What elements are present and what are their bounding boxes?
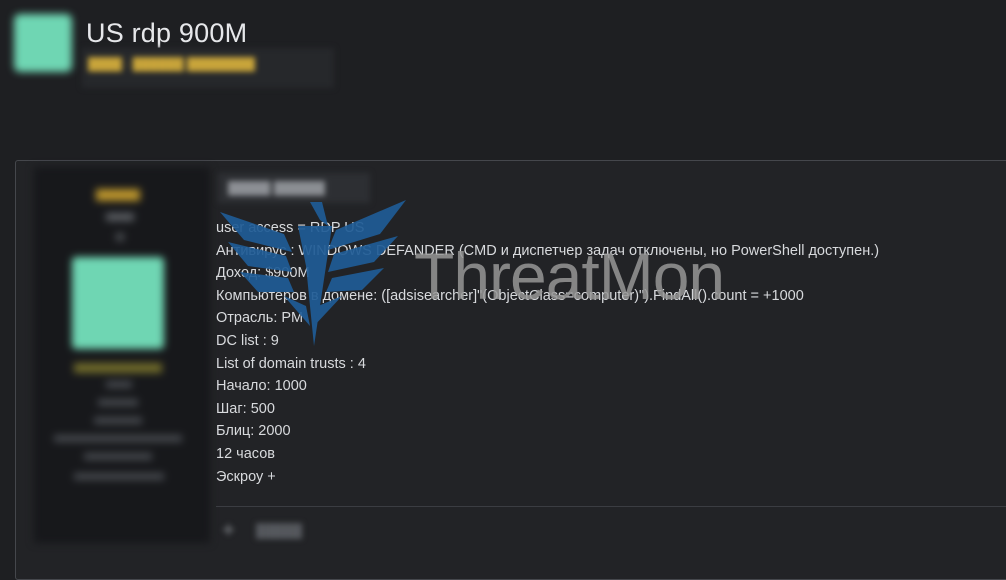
post-line: Шаг: 500: [216, 400, 275, 417]
user-status-icon: [116, 233, 124, 241]
user-rank-badge: [74, 363, 162, 373]
user-stat: [54, 435, 182, 442]
post-line: Начало: 1000: [216, 378, 307, 395]
post-line: Отрасль: PM: [216, 310, 304, 327]
user-stat: [74, 473, 164, 480]
post-actions: + █████: [216, 513, 416, 553]
plus-icon[interactable]: +: [222, 517, 235, 543]
post-content: user access = RDP US Антивирус : WINDOWS …: [216, 217, 996, 488]
post-line: DC list : 9: [216, 332, 279, 349]
thread-avatar[interactable]: [14, 14, 72, 72]
thread-title: US rdp 900M: [86, 18, 248, 48]
user-avatar[interactable]: [72, 257, 164, 349]
post-line: user access = RDP US: [216, 220, 365, 236]
post-divider: [216, 506, 1006, 507]
user-title: [106, 213, 134, 221]
post-line: Эскроу +: [216, 468, 276, 485]
post: █████ ██████ user access = RDP US Антивир…: [15, 160, 1006, 580]
thread-meta: ████ · ██████ ████████: [82, 48, 334, 88]
user-stat: [94, 417, 142, 424]
thread-header: US rdp 900M ████ · ██████ ████████: [0, 0, 1006, 100]
post-line: List of domain trusts : 4: [216, 355, 366, 372]
user-stat: [98, 399, 138, 406]
post-date[interactable]: █████ ██████: [218, 173, 370, 203]
like-label[interactable]: █████: [256, 523, 302, 538]
user-stat: [84, 453, 152, 460]
user-stat: [106, 381, 132, 388]
post-line: 12 часов: [216, 445, 275, 462]
post-line: Антивирус : WINDOWS DEFANDER (CMD и дисп…: [216, 242, 880, 259]
post-line: Доход: $900M: [216, 265, 310, 282]
post-line: Блиц: 2000: [216, 423, 291, 440]
post-line: Компьютеров в домене: ([adsisearcher]"(O…: [216, 287, 804, 304]
user-panel: [34, 167, 210, 543]
post-body: █████ ██████ user access = RDP US Антивир…: [216, 161, 1006, 561]
username[interactable]: [96, 189, 140, 201]
